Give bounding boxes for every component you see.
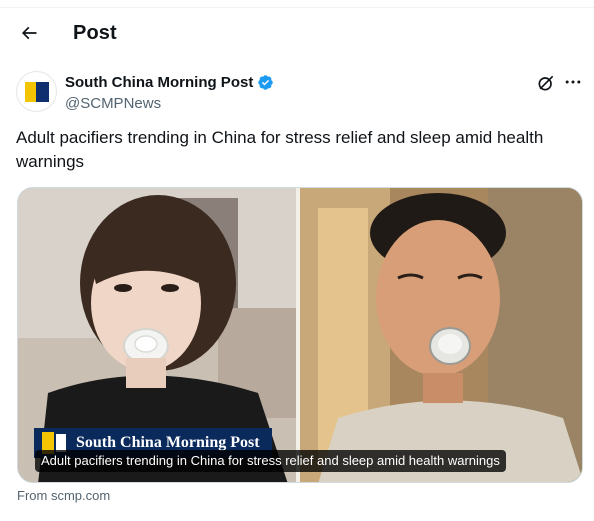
top-divider xyxy=(0,0,594,8)
arrow-left-icon xyxy=(21,26,37,40)
scmp-logo-icon xyxy=(24,81,49,102)
author-name-text: South China Morning Post xyxy=(65,74,254,91)
verified-badge-icon xyxy=(258,75,274,90)
avatar[interactable] xyxy=(16,71,57,112)
post-header: Post xyxy=(0,8,594,61)
page-title: Post xyxy=(73,22,117,44)
grok-icon xyxy=(538,75,554,91)
grok-button[interactable] xyxy=(536,73,558,95)
link-card-media[interactable]: South China Morning Post Adult pacifiers… xyxy=(17,187,583,483)
link-source[interactable]: From scmp.com xyxy=(17,488,110,503)
author-name[interactable]: South China Morning Post xyxy=(65,74,274,91)
back-button[interactable] xyxy=(12,16,46,50)
more-horizontal-icon xyxy=(565,80,581,84)
author-row: South China Morning Post @SCMPNews xyxy=(16,71,586,115)
post-text: Adult pacifiers trending in China for st… xyxy=(16,128,544,171)
author-handle[interactable]: @SCMPNews xyxy=(65,95,161,112)
more-options-button[interactable] xyxy=(562,71,584,93)
media-caption: Adult pacifiers trending in China for st… xyxy=(35,450,506,472)
